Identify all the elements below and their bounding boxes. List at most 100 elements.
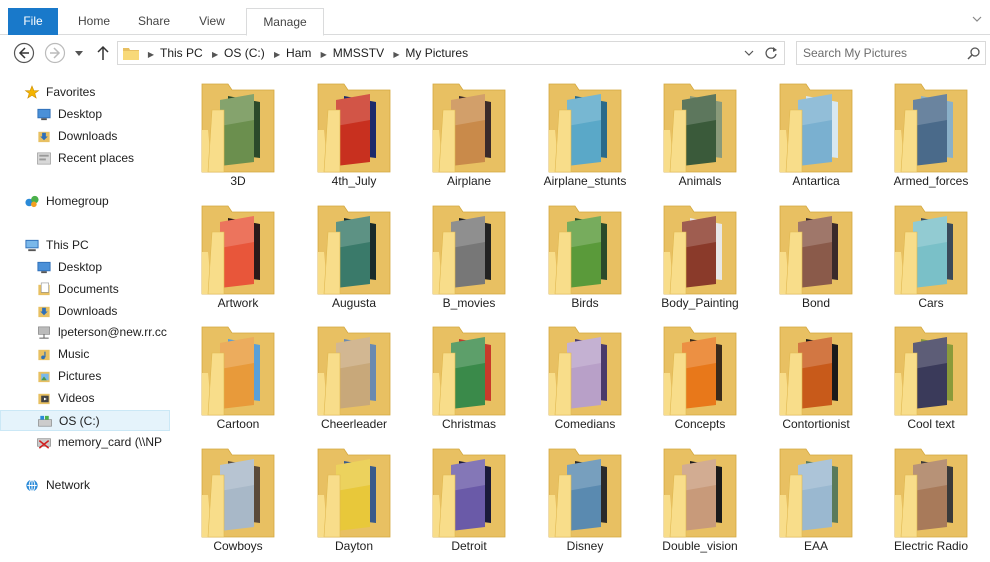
folder-name: Christmas bbox=[441, 417, 496, 431]
breadcrumb-my-pictures[interactable]: My Pictures bbox=[403, 42, 470, 64]
tab-file[interactable]: File bbox=[8, 8, 58, 35]
folder-item-concepts[interactable]: Concepts bbox=[642, 315, 758, 435]
star-icon bbox=[24, 85, 40, 99]
nav-item-downloads[interactable]: Downloads bbox=[0, 301, 170, 322]
folder-item-cartoon[interactable]: Cartoon bbox=[180, 315, 296, 435]
folder-item-double-vision[interactable]: Double_vision bbox=[642, 437, 758, 557]
folder-name: Armed_forces bbox=[893, 174, 969, 188]
nav-item-documents[interactable]: Documents bbox=[0, 279, 170, 300]
tab-share[interactable]: Share bbox=[128, 8, 180, 35]
folder-thumbnail-icon bbox=[548, 83, 622, 173]
recent-locations-chevron-icon[interactable] bbox=[72, 42, 86, 64]
nav-item-os-c[interactable]: OS (C:) bbox=[0, 410, 170, 431]
nav-item-label: Music bbox=[58, 347, 90, 361]
nav-item-recent-places[interactable]: Recent places bbox=[0, 148, 170, 169]
folder-name: Detroit bbox=[451, 539, 487, 553]
nav-item-memory-card-np[interactable]: memory_card (\\NP bbox=[0, 432, 170, 453]
nav-item-downloads[interactable]: Downloads bbox=[0, 126, 170, 147]
nav-item-network[interactable]: Network bbox=[0, 475, 170, 496]
folder-item-contortionist[interactable]: Contortionist bbox=[758, 315, 874, 435]
folder-item-electric-radio[interactable]: Electric Radio bbox=[873, 437, 989, 557]
folder-name: Birds bbox=[571, 296, 599, 310]
folder-item-birds[interactable]: Birds bbox=[527, 194, 643, 314]
folder-item-cool-text[interactable]: Cool text bbox=[873, 315, 989, 435]
folder-thumbnail-icon bbox=[779, 205, 853, 295]
file-list: 3D 4th_July Airplane Airplane_stunts Animals… bbox=[180, 72, 990, 562]
tab-home[interactable]: Home bbox=[66, 8, 122, 35]
folder-item-airplane[interactable]: Airplane bbox=[411, 72, 527, 192]
address-dropdown-chevron-icon[interactable] bbox=[744, 47, 754, 59]
breadcrumb-mmsstv[interactable]: MMSSTV bbox=[331, 42, 386, 64]
folder-item-bond[interactable]: Bond bbox=[758, 194, 874, 314]
folder-thumbnail-icon bbox=[317, 326, 391, 416]
tab-manage[interactable]: Manage bbox=[246, 8, 324, 36]
up-arrow-icon[interactable] bbox=[94, 42, 112, 64]
address-bar[interactable]: ▶ This PC ▶ OS (C:) ▶ Ham ▶ MMSSTV ▶ My Pictu… bbox=[117, 41, 785, 65]
folder-item-cars[interactable]: Cars bbox=[873, 194, 989, 314]
folder-name: Disney bbox=[566, 539, 604, 553]
folder-thumbnail-icon bbox=[548, 205, 622, 295]
nav-item-label: Desktop bbox=[58, 107, 103, 121]
tab-view[interactable]: View bbox=[186, 8, 238, 35]
search-box[interactable] bbox=[796, 41, 986, 65]
folder-name: Cheerleader bbox=[320, 417, 388, 431]
folder-item-animals[interactable]: Animals bbox=[642, 72, 758, 192]
folder-item-cowboys[interactable]: Cowboys bbox=[180, 437, 296, 557]
chevron-right-icon[interactable]: ▶ bbox=[144, 44, 158, 66]
nav-item-desktop[interactable]: Desktop bbox=[0, 104, 170, 125]
folder-item-comedians[interactable]: Comedians bbox=[527, 315, 643, 435]
folder-item-christmas[interactable]: Christmas bbox=[411, 315, 527, 435]
search-input[interactable] bbox=[803, 44, 963, 62]
folder-item-detroit[interactable]: Detroit bbox=[411, 437, 527, 557]
nav-item-label: Favorites bbox=[46, 85, 96, 99]
folder-thumbnail-icon bbox=[432, 326, 506, 416]
folder-item-3d[interactable]: 3D bbox=[180, 72, 296, 192]
folder-name: Airplane bbox=[446, 174, 492, 188]
expand-ribbon-chevron-icon[interactable] bbox=[972, 14, 982, 24]
chevron-right-icon[interactable]: ▶ bbox=[317, 44, 331, 66]
folder-item-armed-forces[interactable]: Armed_forces bbox=[873, 72, 989, 192]
folder-name: Contortionist bbox=[782, 417, 850, 431]
nav-item-label: Downloads bbox=[58, 129, 118, 143]
nav-item-homegroup[interactable]: Homegroup bbox=[0, 191, 170, 212]
folder-thumbnail-icon bbox=[779, 448, 853, 538]
folder-item-eaa[interactable]: EAA bbox=[758, 437, 874, 557]
folder-item-augusta[interactable]: Augusta bbox=[296, 194, 412, 314]
folder-item-airplane-stunts[interactable]: Airplane_stunts bbox=[527, 72, 643, 192]
nav-item-music[interactable]: Music bbox=[0, 344, 170, 365]
folder-thumbnail-icon bbox=[201, 326, 275, 416]
refresh-icon[interactable] bbox=[764, 46, 778, 60]
folder-thumbnail-icon bbox=[663, 326, 737, 416]
folder-name: B_movies bbox=[442, 296, 496, 310]
folder-item-antartica[interactable]: Antartica bbox=[758, 72, 874, 192]
forward-arrow-icon[interactable] bbox=[44, 42, 66, 64]
drive-icon bbox=[38, 415, 52, 427]
nav-item-favorites[interactable]: Favorites bbox=[0, 82, 170, 103]
breadcrumb-os-c[interactable]: OS (C:) bbox=[222, 42, 267, 64]
folder-item-cheerleader[interactable]: Cheerleader bbox=[296, 315, 412, 435]
folder-item-b-movies[interactable]: B_movies bbox=[411, 194, 527, 314]
nav-item-desktop[interactable]: Desktop bbox=[0, 257, 170, 278]
nav-item-lpeterson-new-rr-cc[interactable]: lpeterson@new.rr.cc bbox=[0, 322, 170, 343]
folder-item-artwork[interactable]: Artwork bbox=[180, 194, 296, 314]
chevron-right-icon[interactable]: ▶ bbox=[389, 44, 403, 66]
back-arrow-icon[interactable] bbox=[13, 42, 35, 64]
folder-item-4th-july[interactable]: 4th_July bbox=[296, 72, 412, 192]
folder-item-disney[interactable]: Disney bbox=[527, 437, 643, 557]
chevron-right-icon[interactable]: ▶ bbox=[270, 44, 284, 66]
folder-item-body-painting[interactable]: Body_Painting bbox=[642, 194, 758, 314]
chevron-right-icon[interactable]: ▶ bbox=[208, 44, 222, 66]
nav-item-videos[interactable]: Videos bbox=[0, 388, 170, 409]
breadcrumb-ham[interactable]: Ham bbox=[284, 42, 313, 64]
nav-item-label: Recent places bbox=[58, 151, 135, 165]
folder-item-dayton[interactable]: Dayton bbox=[296, 437, 412, 557]
nav-item-label: OS (C:) bbox=[59, 414, 100, 428]
folder-thumbnail-icon bbox=[548, 326, 622, 416]
homegroup-icon bbox=[25, 195, 39, 208]
nav-item-pictures[interactable]: Pictures bbox=[0, 366, 170, 387]
folder-thumbnail-icon bbox=[894, 326, 968, 416]
search-icon[interactable] bbox=[967, 46, 981, 60]
nav-item-this-pc[interactable]: This PC bbox=[0, 235, 170, 256]
nav-item-label: Pictures bbox=[58, 369, 102, 383]
breadcrumb-this-pc[interactable]: This PC bbox=[158, 42, 205, 64]
